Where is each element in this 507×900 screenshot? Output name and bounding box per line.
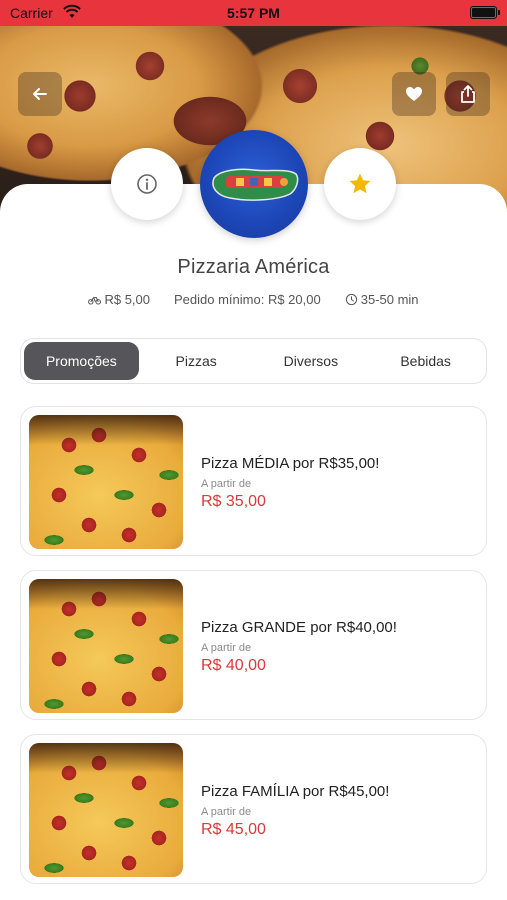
product-from-label: A partir de [201,806,252,818]
product-price: R$ 35,00 [201,493,266,510]
delivery-time-value: 35-50 min [360,292,419,307]
tab-diversos[interactable]: Diversos [254,342,369,380]
clock: 5:57 PM [227,5,280,21]
product-from-label: A partir de [201,642,252,654]
minimum-order: Pedido mínimo: R$ 20,00 [174,292,321,307]
product-price: R$ 45,00 [201,821,266,838]
info-button[interactable] [111,148,183,220]
clock-icon [345,293,357,306]
share-button[interactable] [446,72,490,116]
product-title: Pizza GRANDE por R$40,00! [201,619,397,636]
store-info-row: R$ 5,00 Pedido mínimo: R$ 20,00 35-50 mi… [0,292,507,307]
store-name: Pizzaria América [177,256,330,278]
share-icon [461,85,475,103]
bike-icon [88,297,102,305]
store-logo-graphic [212,168,299,201]
info-icon [137,174,157,194]
tab-pizzas[interactable]: Pizzas [139,342,254,380]
product-image [29,579,183,713]
store-logo [200,130,308,238]
delivery-fee: R$ 5,00 [88,292,150,307]
delivery-fee-value: R$ 5,00 [104,292,151,307]
delivery-time: 35-50 min [345,292,419,307]
heart-icon [406,87,422,101]
product-from-label: A partir de [201,478,252,490]
product-card[interactable]: Pizza GRANDE por R$40,00! A partir de R$… [20,570,487,720]
star-icon [349,173,371,194]
back-button[interactable] [18,72,62,116]
category-tabs: Promoções Pizzas Diversos Bebidas [20,338,487,384]
product-card[interactable]: Pizza FAMÍLIA por R$45,00! A partir de R… [20,734,487,884]
product-image [29,743,183,877]
tab-bebidas[interactable]: Bebidas [368,342,483,380]
product-image [29,415,183,549]
product-title: Pizza FAMÍLIA por R$45,00! [201,783,390,800]
favorite-button[interactable] [392,72,436,116]
status-bar: Carrier 5:57 PM [0,0,507,26]
product-price: R$ 40,00 [201,657,266,674]
minimum-order-value: Pedido mínimo: R$ 20,00 [174,292,321,307]
battery-icon [470,6,500,19]
rating-button[interactable] [324,148,396,220]
tab-promocoes[interactable]: Promoções [24,342,139,380]
arrow-left-icon [33,88,47,100]
product-card[interactable]: Pizza MÉDIA por R$35,00! A partir de R$ … [20,406,487,556]
product-title: Pizza MÉDIA por R$35,00! [201,455,380,472]
